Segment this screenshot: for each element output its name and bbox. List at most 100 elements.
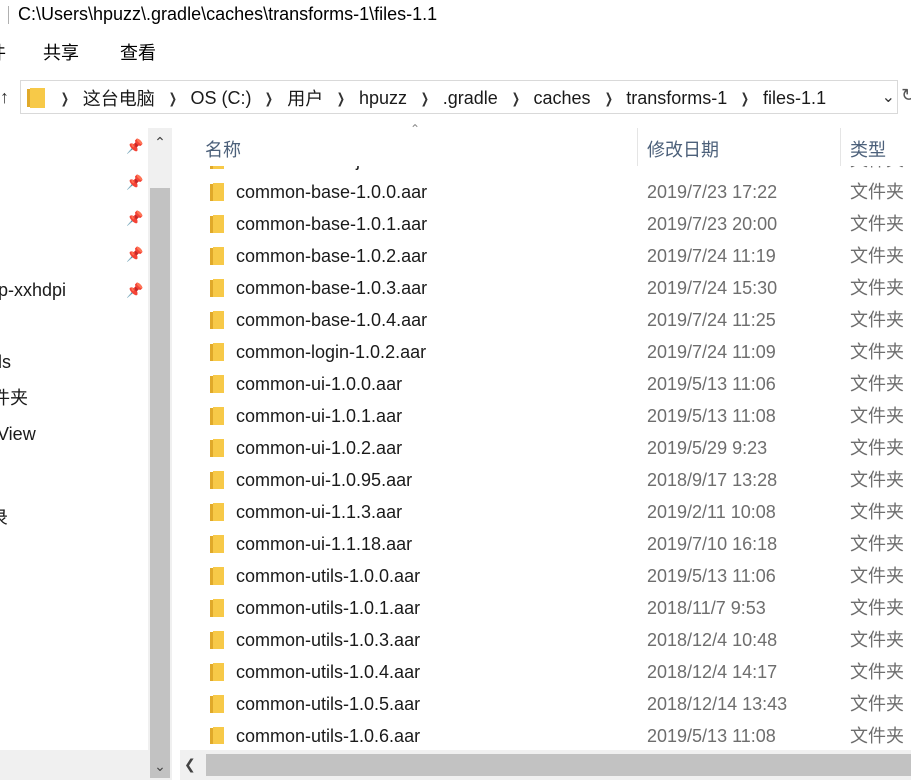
file-modified-date: 2018/11/7 9:53: [647, 598, 766, 618]
file-type: 文件夹: [850, 374, 904, 394]
scroll-down-icon[interactable]: ⌄: [150, 756, 170, 776]
file-name: common-ui-1.0.95.aar: [236, 470, 413, 490]
file-name: common-base-1.0.1.aar: [236, 214, 428, 234]
file-row[interactable]: common-ui-1.1.18.aar 2019/7/10 16:18 文件夹: [180, 528, 911, 560]
breadcrumb-item[interactable]: hpuzz: [351, 88, 415, 109]
pin-icon[interactable]: 📌: [126, 138, 143, 155]
horizontal-scrollbar[interactable]: ❮: [180, 750, 911, 780]
file-modified-date: 2019/2/11 10:08: [647, 502, 776, 522]
file-name: common-ui-1.1.18.aar: [236, 534, 413, 554]
nav-item[interactable]: ls: [0, 351, 11, 373]
file-row[interactable]: common-login-1.0.2.aar 2019/7/24 11:09 文件夹: [180, 336, 911, 368]
file-modified-date: 2019/7/23 20:00: [647, 214, 778, 234]
file-type: 文件夹: [850, 342, 904, 362]
file-row[interactable]: common-base-1.0.2.aar 2019/7/24 11:19 文件夹: [180, 240, 911, 272]
file-type: 文件夹: [850, 406, 904, 426]
folder-icon: [210, 567, 224, 590]
horizontal-scrollbar-thumb[interactable]: [206, 754, 911, 776]
breadcrumb-chevron-icon[interactable]: ❯: [738, 90, 752, 107]
ribbon-tab-view[interactable]: 查看: [120, 42, 156, 64]
breadcrumb-item[interactable]: transforms-1: [618, 88, 735, 109]
column-divider[interactable]: [840, 128, 841, 166]
file-row[interactable]: common-ui-1.1.3.aar 2019/2/11 10:08 文件夹: [180, 496, 911, 528]
breadcrumb-chevron-icon[interactable]: ❯: [166, 90, 180, 107]
breadcrumb-chevron-icon[interactable]: ❯: [58, 90, 72, 107]
ribbon-tab-share[interactable]: 共享: [43, 42, 79, 64]
ribbon: 件 共享 查看: [0, 30, 911, 74]
file-type: 文件夹: [850, 502, 904, 522]
nav-item[interactable]: 录: [0, 507, 8, 529]
scroll-up-icon[interactable]: ⌃: [150, 132, 170, 152]
file-row[interactable]: common-base-1.0.1.aar 2019/7/23 20:00 文件夹: [180, 208, 911, 240]
breadcrumb-item[interactable]: OS (C:): [182, 88, 259, 109]
file-name: common-utils-1.0.3.aar: [236, 630, 421, 650]
file-modified-date: 2019/7/24 11:19: [647, 246, 776, 266]
window-title: C:\Users\hpuzz\.gradle\caches\transforms…: [18, 4, 438, 24]
folder-icon: [210, 247, 224, 270]
breadcrumb-chevron-icon[interactable]: ❯: [509, 90, 523, 107]
file-row[interactable]: common-ui-1.0.95.aar 2018/9/17 13:28 文件夹: [180, 464, 911, 496]
breadcrumb-chevron-icon[interactable]: ❯: [418, 90, 432, 107]
folder-icon: [210, 695, 224, 718]
file-name: common-utils-1.0.0.aar: [236, 566, 421, 586]
ribbon-tab-file[interactable]: 件: [0, 42, 6, 64]
file-row[interactable]: common-utils-1.0.1.aar 2018/11/7 9:53 文件夹: [180, 592, 911, 624]
address-bar[interactable]: ❯ 这台电脑 ❯ OS (C:) ❯ 用户 ❯ hpuzz ❯ .gradle ❯ caches ❯ tr…: [20, 80, 898, 114]
column-type[interactable]: 类型: [850, 136, 886, 162]
pin-icon[interactable]: 📌: [126, 246, 143, 263]
nav-item[interactable]: View: [0, 423, 36, 445]
file-row[interactable]: common-base-1.0.3.aar 2019/7/24 15:30 文件夹: [180, 272, 911, 304]
folder-icon: [210, 343, 224, 366]
file-row[interactable]: common-utils-1.0.6.aar 2019/5/13 11:08 文件夹: [180, 720, 911, 744]
folder-icon: [210, 535, 224, 558]
column-header: ⌃ 名称 修改日期 类型: [180, 122, 911, 166]
pin-icon[interactable]: 📌: [126, 282, 143, 299]
pin-icon[interactable]: 📌: [126, 174, 143, 191]
column-date[interactable]: 修改日期: [647, 136, 719, 162]
breadcrumb-chevron-icon[interactable]: ❯: [602, 90, 616, 107]
column-divider[interactable]: [637, 128, 638, 166]
file-row[interactable]: common-base-1.0.0.aar 2019/7/23 17:22 文件夹: [180, 176, 911, 208]
refresh-icon[interactable]: ↻: [901, 85, 911, 107]
file-row[interactable]: common-utils-1.0.4.aar 2018/12/4 14:17 文件夹: [180, 656, 911, 688]
nav-horizontal-scrollbar[interactable]: [0, 750, 148, 780]
file-row[interactable]: common-ui-1.0.1.aar 2019/5/13 11:08 文件夹: [180, 400, 911, 432]
file-list: common-1.0.0.jar2019/7/10 16:18文件夹common…: [180, 122, 911, 780]
file-name: common-base-1.0.4.aar: [236, 310, 428, 330]
file-modified-date: 2018/12/4 10:48: [647, 630, 778, 650]
pin-icon[interactable]: 📌: [126, 210, 143, 227]
folder-icon: [210, 727, 224, 744]
breadcrumb-item[interactable]: caches: [526, 88, 599, 109]
file-name: common-ui-1.1.3.aar: [236, 502, 403, 522]
file-modified-date: 2019/7/24 15:30: [647, 278, 778, 298]
breadcrumb-chevron-icon[interactable]: ❯: [334, 90, 348, 107]
breadcrumb-chevron-icon[interactable]: ❯: [262, 90, 276, 107]
up-arrow-icon[interactable]: ↑: [0, 86, 14, 108]
folder-icon: [210, 375, 224, 398]
file-type: 文件夹: [850, 470, 904, 490]
nav-item[interactable]: 件夹: [0, 387, 28, 409]
column-name[interactable]: 名称: [205, 136, 241, 162]
file-row[interactable]: common-utils-1.0.3.aar 2018/12/4 10:48 文件夹: [180, 624, 911, 656]
folder-icon: [210, 311, 224, 334]
breadcrumb-item[interactable]: 用户: [279, 85, 331, 111]
file-modified-date: 2019/7/23 17:22: [647, 182, 778, 202]
scroll-left-icon[interactable]: ❮: [184, 756, 196, 773]
nav-scrollbar-thumb[interactable]: [150, 188, 170, 778]
file-modified-date: 2019/7/24 11:25: [647, 310, 776, 330]
breadcrumb-item[interactable]: files-1.1: [755, 88, 834, 109]
file-type: 文件夹: [850, 726, 904, 744]
address-dropdown-icon[interactable]: ⌄: [882, 87, 895, 107]
file-row[interactable]: common-utils-1.0.0.aar 2019/5/13 11:06 文件夹: [180, 560, 911, 592]
nav-item[interactable]: p-xxhdpi: [0, 279, 66, 301]
breadcrumb-item[interactable]: 这台电脑: [75, 85, 163, 111]
file-row[interactable]: common-utils-1.0.5.aar 2018/12/14 13:43 文件…: [180, 688, 911, 720]
file-row[interactable]: common-base-1.0.4.aar 2019/7/24 11:25 文件夹: [180, 304, 911, 336]
file-modified-date: 2019/5/13 11:06: [647, 566, 776, 586]
breadcrumb-item[interactable]: .gradle: [435, 88, 506, 109]
file-row[interactable]: common-ui-1.0.0.aar 2019/5/13 11:06 文件夹: [180, 368, 911, 400]
file-type: 文件夹: [850, 214, 904, 234]
file-row[interactable]: common-ui-1.0.2.aar 2019/5/29 9:23 文件夹: [180, 432, 911, 464]
file-modified-date: 2019/7/24 11:09: [647, 342, 776, 362]
file-type: 文件夹: [850, 438, 904, 458]
